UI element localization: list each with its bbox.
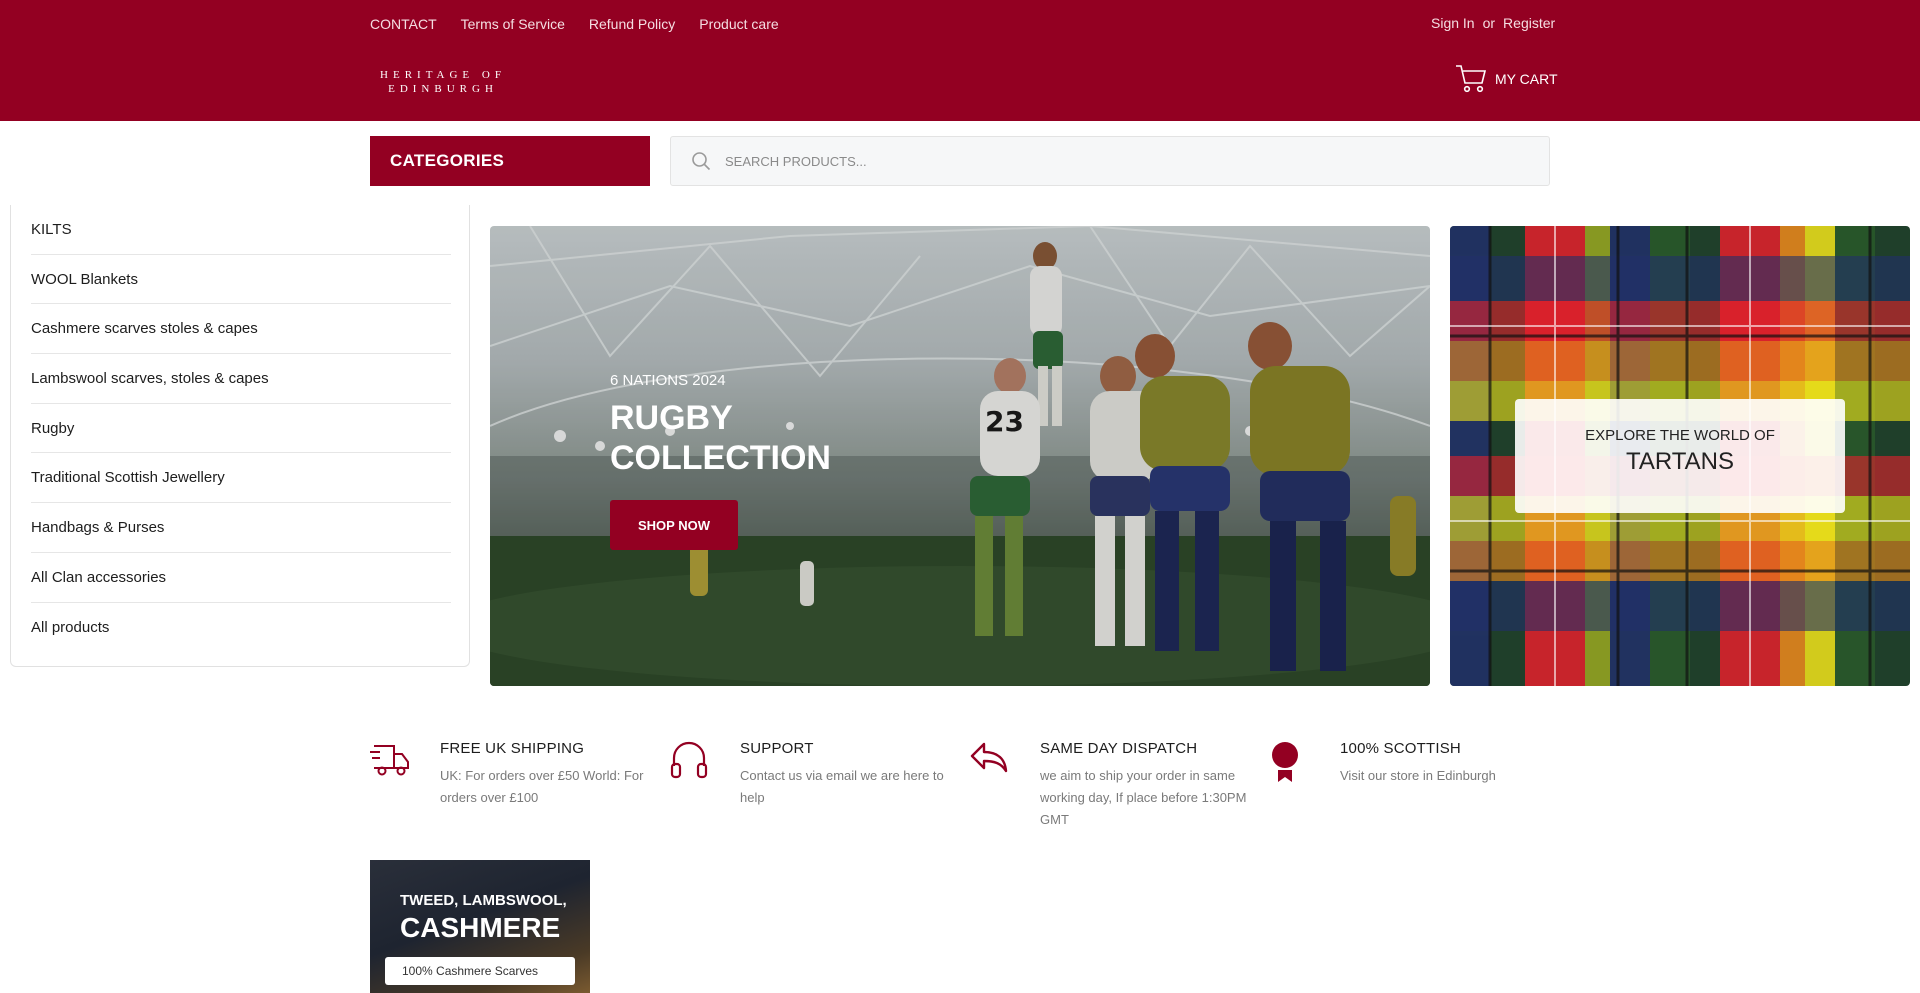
category-item-clan-accessories[interactable]: All Clan accessories: [31, 553, 451, 603]
tartan-banner[interactable]: EXPLORE THE WORLD OF TARTANS: [1450, 226, 1910, 686]
auth-separator: or: [1482, 15, 1496, 31]
promo-kicker: TWEED, LAMBSWOOL,: [400, 892, 567, 909]
logo-line-2: EDINBURGH: [388, 83, 498, 95]
feature-text: we aim to ship your order in same workin…: [1040, 768, 1247, 827]
feature-text: Visit our store in Edinburgh: [1340, 768, 1496, 783]
feature-support: SUPPORT Contact us via email we are here…: [670, 740, 970, 831]
feature-shipping: FREE UK SHIPPING UK: For orders over £50…: [370, 740, 670, 831]
feature-scottish: 100% SCOTTISH Visit our store in Edinbur…: [1270, 740, 1570, 831]
hero-kicker: 6 NATIONS 2024: [610, 372, 726, 389]
hero-title-line-1: RUGBY: [610, 399, 733, 437]
category-item-lambswool[interactable]: Lambswool scarves, stoles & capes: [31, 354, 451, 404]
category-item-cashmere[interactable]: Cashmere scarves stoles & capes: [31, 304, 451, 355]
category-item-handbags[interactable]: Handbags & Purses: [31, 503, 451, 553]
category-item-jewellery[interactable]: Traditional Scottish Jewellery: [31, 453, 451, 504]
feature-dispatch: SAME DAY DISPATCH we aim to ship your or…: [970, 740, 1270, 831]
sign-in-link[interactable]: Sign In: [1431, 15, 1475, 31]
hero-title: RUGBY COLLECTION: [610, 398, 860, 478]
category-menu: KILTS WOOL Blankets Cashmere scarves sto…: [10, 205, 470, 667]
reply-arrow-icon: [970, 742, 1008, 773]
cart-button[interactable]: MY CART: [1455, 64, 1558, 94]
promo-title: CASHMERE: [400, 912, 561, 943]
category-item-wool-blankets[interactable]: WOOL Blankets: [31, 255, 451, 305]
account-links: Sign In or Register: [1431, 15, 1555, 31]
cashmere-promo-tile[interactable]: TWEED, LAMBSWOOL, CASHMERE 100% Cashmere…: [370, 860, 590, 993]
category-item-rugby[interactable]: Rugby: [31, 404, 451, 454]
tartan-card: EXPLORE THE WORLD OF TARTANS: [1515, 399, 1845, 513]
shipping-truck-icon: [370, 745, 409, 776]
nav-link-product-care[interactable]: Product care: [699, 16, 778, 32]
cart-icon: [1456, 65, 1487, 93]
search-icon: [692, 152, 711, 171]
feature-title: SUPPORT: [740, 740, 814, 757]
tartan-card-title: TARTANS: [1625, 448, 1734, 475]
site-header: CONTACT Terms of Service Refund Policy P…: [0, 0, 1920, 121]
cart-label: MY CART: [1495, 71, 1558, 87]
features-row: FREE UK SHIPPING UK: For orders over £50…: [370, 740, 1570, 831]
tartan-card-kicker: EXPLORE THE WORLD OF: [1585, 427, 1775, 444]
categories-button[interactable]: CATEGORIES: [370, 136, 650, 186]
register-link[interactable]: Register: [1503, 15, 1555, 31]
category-item-all-products[interactable]: All products: [31, 603, 451, 653]
search-input[interactable]: [725, 153, 1525, 169]
feature-text: UK: For orders over £50 World: For order…: [440, 768, 644, 805]
feature-title: 100% SCOTTISH: [1340, 740, 1461, 757]
site-logo[interactable]: HERITAGE OF EDINBURGH: [370, 68, 516, 96]
search-bar: [670, 136, 1550, 186]
category-item-kilts[interactable]: KILTS: [31, 205, 451, 255]
feature-title: FREE UK SHIPPING: [440, 740, 585, 757]
logo-line-1: HERITAGE OF: [380, 69, 506, 81]
nav-link-contact[interactable]: CONTACT: [370, 16, 437, 32]
nav-link-refund[interactable]: Refund Policy: [589, 16, 675, 32]
hero-banner[interactable]: 23 6 NATIONS 2024 RUGBY COLLECTION SHOP …: [490, 226, 1430, 686]
nav-link-terms[interactable]: Terms of Service: [461, 16, 565, 32]
feature-title: SAME DAY DISPATCH: [1040, 740, 1198, 757]
headphones-icon: [670, 741, 708, 779]
top-nav: CONTACT Terms of Service Refund Policy P…: [370, 16, 779, 32]
hero-title-line-2: COLLECTION: [610, 439, 831, 477]
shop-now-button[interactable]: SHOP NOW: [610, 500, 738, 550]
rosette-badge-icon: [1272, 742, 1298, 782]
feature-text: Contact us via email we are here to help: [740, 768, 944, 805]
promo-tag[interactable]: 100% Cashmere Scarves: [385, 957, 575, 985]
